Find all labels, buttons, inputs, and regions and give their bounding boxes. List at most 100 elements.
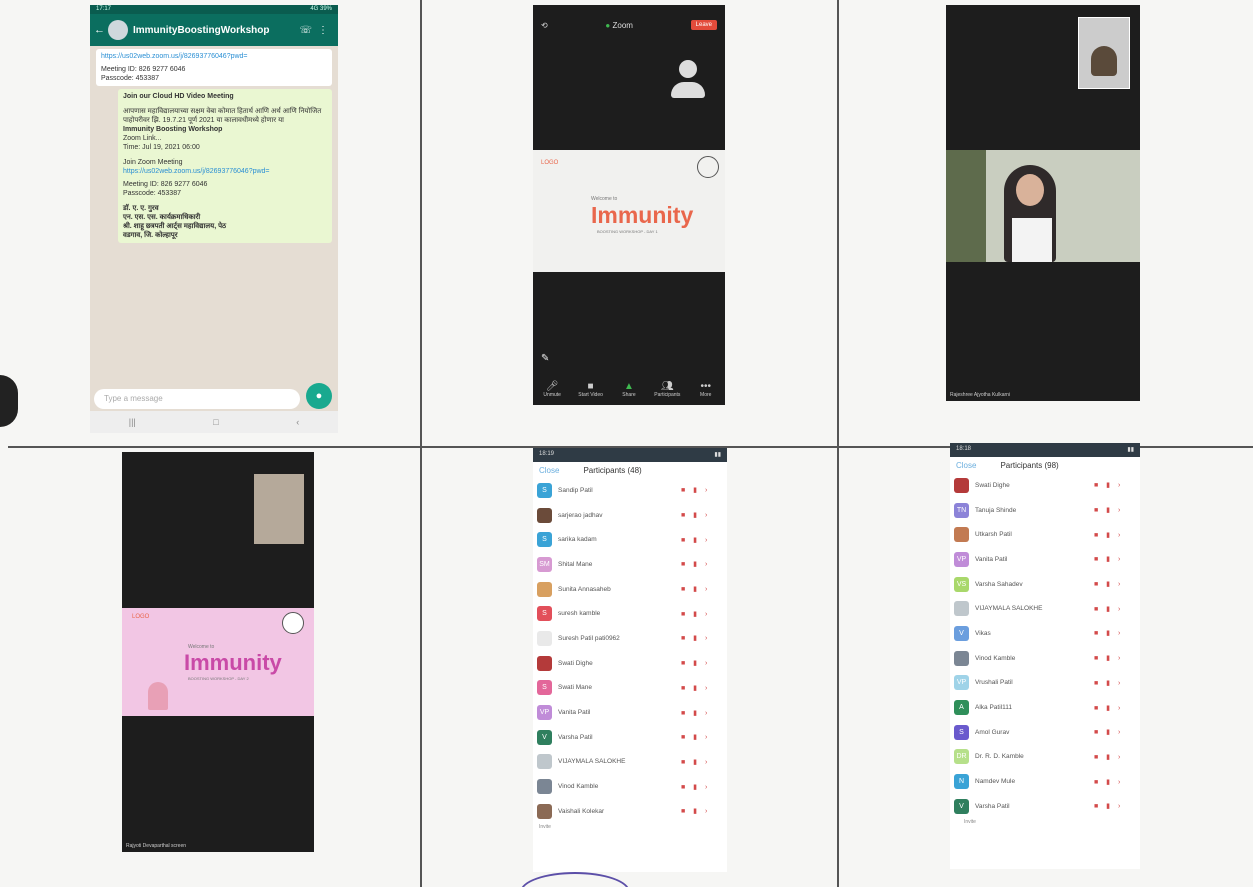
invite-link[interactable]: Invite — [950, 819, 1140, 825]
status-bar: 18:19 ▮▮ — [533, 448, 727, 462]
menu-icon[interactable]: ⋮ — [318, 25, 334, 36]
shared-slide: LOGO Welcome to Immunity BOOSTING WORKSH… — [122, 608, 314, 716]
video-mic-muted-icon: ■ ▮ › — [681, 808, 711, 816]
share-icon: ▲ — [624, 381, 634, 392]
participant-name: Vaishali Kolekar — [558, 807, 605, 815]
android-nav-bar: ||| □ ‹ — [90, 411, 338, 433]
participant-row[interactable]: S Sandip Patil ■ ▮ › — [533, 478, 727, 503]
video-mic-muted-icon: ■ ▮ › — [681, 610, 711, 618]
participant-row[interactable]: VP Vanita Patil ■ ▮ › — [950, 547, 1140, 572]
participant-row[interactable]: Vinod Kamble ■ ▮ › — [533, 774, 727, 799]
participant-row[interactable]: V Vikas ■ ▮ › — [950, 621, 1140, 646]
participant-row[interactable]: VIJAYMALA SALOKHE ■ ▮ › — [950, 596, 1140, 621]
video-mic-muted-icon: ■ ▮ › — [681, 536, 711, 544]
zoom-link-label: Zoom Link... — [123, 135, 162, 142]
participant-avatar: S — [537, 532, 552, 548]
home-icon[interactable]: □ — [213, 417, 218, 427]
participant-row[interactable]: Swati Dighe ■ ▮ › — [950, 473, 1140, 498]
signature-line-2: एन. एस. एस. कार्यक्रमाधिकारी — [123, 214, 201, 221]
close-button[interactable]: Close — [956, 461, 976, 470]
call-icon[interactable]: ☏ — [299, 25, 318, 36]
chat-header[interactable]: ← ImmunityBoostingWorkshop ☏⋮ — [90, 14, 338, 46]
participants-list: S Sandip Patil ■ ▮ › sarjerao jadhav ■ ▮ › Ss… — [533, 478, 727, 824]
participant-row[interactable]: Sunita Annasaheb ■ ▮ › — [533, 577, 727, 602]
video-mic-muted-icon: ■ ▮ › — [681, 635, 711, 643]
participant-row[interactable]: VIJAYMALA SALOKHE ■ ▮ › — [533, 750, 727, 775]
participant-row[interactable]: Ssuresh kamble ■ ▮ › — [533, 601, 727, 626]
participant-row[interactable]: S Swati Mane ■ ▮ › — [533, 676, 727, 701]
close-button[interactable]: Close — [539, 466, 559, 475]
toolbar-more[interactable]: ••• More — [689, 381, 723, 398]
slide-title: Immunity — [591, 202, 694, 228]
video-mic-muted-icon: ■ ▮ › — [1094, 729, 1124, 737]
invite-link[interactable]: Invite — [533, 824, 727, 830]
grid-divider-right — [837, 0, 839, 887]
video-mic-muted-icon: ■ ▮ › — [1094, 482, 1124, 490]
participant-row[interactable]: DR Dr. R. D. Kamble ■ ▮ › — [950, 745, 1140, 770]
zoom-screenshot-2: Rajeshree Ajyotha Kulkarni — [946, 5, 1140, 401]
passcode: Passcode: 453387 — [101, 75, 159, 82]
participant-avatar — [537, 655, 552, 671]
participants-screenshot-2: 18:18 ▮▮ Close Participants (98) Swati Di… — [950, 443, 1140, 869]
self-video-thumbnail[interactable] — [1078, 17, 1130, 89]
participant-name: Varsha Patil — [558, 733, 593, 741]
participant-row[interactable]: V Varsha Patil ■ ▮ › — [533, 725, 727, 750]
video-mic-muted-icon: ■ ▮ › — [1094, 556, 1124, 564]
annotate-pen-icon[interactable]: ✎ — [541, 353, 549, 364]
switch-camera-icon[interactable]: ⟲ — [541, 21, 548, 30]
participant-name: Shital Mane — [558, 560, 593, 568]
participant-row[interactable]: Ssarika kadam ■ ▮ › — [533, 527, 727, 552]
toolbar-share[interactable]: ▲ Share — [612, 381, 646, 398]
participant-row[interactable]: SM Shital Mane ■ ▮ › — [533, 552, 727, 577]
participant-row[interactable]: V Varsha Patil ■ ▮ › — [950, 794, 1140, 819]
participant-row[interactable]: S Amol Gurav ■ ▮ › — [950, 720, 1140, 745]
participant-avatar: V — [537, 729, 552, 745]
participant-avatar — [537, 803, 552, 819]
status-indicators: 4G 39% — [310, 6, 332, 12]
participant-row[interactable]: Swati Dighe ■ ▮ › — [533, 651, 727, 676]
toolbar-unmute[interactable]: 🎤︎ Unmute — [535, 381, 569, 398]
join-label: Join Zoom Meeting — [123, 159, 183, 166]
meeting-link[interactable]: https://us02web.zoom.us/j/82693776046?pw… — [101, 52, 327, 61]
participant-row[interactable]: VS Varsha Sahadev ■ ▮ › — [950, 572, 1140, 597]
participant-avatar: VP — [954, 675, 969, 691]
microphone-icon[interactable]: ● — [306, 383, 332, 409]
group-avatar[interactable] — [108, 20, 128, 40]
leave-button[interactable]: Leave — [690, 20, 717, 30]
video-mic-muted-icon: ■ ▮ › — [681, 734, 711, 742]
participant-row[interactable]: N Namdev Mule ■ ▮ › — [950, 769, 1140, 794]
participant-row[interactable]: Vinod Kamble ■ ▮ › — [950, 646, 1140, 671]
back-icon[interactable]: ‹ — [296, 417, 299, 427]
zoom-screenshot-1: ⟲ ● Zoom Leave LOGO Welcome to Immunity … — [533, 5, 725, 405]
message-input[interactable]: Type a message — [94, 389, 300, 409]
participant-name: sarika kadam — [558, 536, 597, 544]
participant-name: Vrushali Patil — [975, 679, 1013, 687]
participant-row[interactable]: sarjerao jadhav ■ ▮ › — [533, 503, 727, 528]
participant-avatar — [954, 477, 969, 493]
participant-row[interactable]: VP Vrushali Patil ■ ▮ › — [950, 671, 1140, 696]
meeting-link-2[interactable]: https://us02web.zoom.us/j/82693776046?pw… — [123, 167, 327, 176]
video-mic-muted-icon: ■ ▮ › — [1094, 778, 1124, 786]
participant-avatar: TN — [954, 502, 969, 518]
participant-row[interactable]: VP Vanita Patil ■ ▮ › — [533, 700, 727, 725]
participant-row[interactable]: Utkarsh Patil ■ ▮ › — [950, 522, 1140, 547]
more-icon: ••• — [700, 381, 711, 392]
recent-apps-icon[interactable]: ||| — [129, 417, 136, 427]
participant-row[interactable]: A Alka Patil111 ■ ▮ › — [950, 695, 1140, 720]
toolbar-participants[interactable]: 👥︎ Participants — [650, 381, 684, 398]
status-bar: 17:17 4G 39% — [90, 5, 338, 14]
toolbar-share-label: Share — [622, 392, 636, 398]
participant-avatar: V — [954, 625, 969, 641]
participant-row[interactable]: Vaishali Kolekar ■ ▮ › — [533, 799, 727, 824]
participant-name: Swati Mane — [558, 684, 592, 692]
self-video-thumbnail[interactable] — [254, 474, 304, 544]
grid-divider-left — [420, 0, 422, 887]
toolbar-video[interactable]: ■ Start Video — [574, 381, 608, 398]
participant-row[interactable]: TN Tanuja Shinde ■ ▮ › — [950, 498, 1140, 523]
invite-body: आपणास महाविद्यालयाच्या सक्षम वेबा कोमात … — [123, 108, 322, 124]
back-arrow-icon[interactable]: ← — [94, 24, 105, 36]
participant-row[interactable]: Suresh Patil pati0962 ■ ▮ › — [533, 626, 727, 651]
emblem-icon — [697, 156, 719, 178]
video-mic-muted-icon: ■ ▮ › — [1094, 605, 1124, 613]
whatsapp-screenshot: 17:17 4G 39% ← ImmunityBoostingWorkshop … — [90, 5, 338, 433]
